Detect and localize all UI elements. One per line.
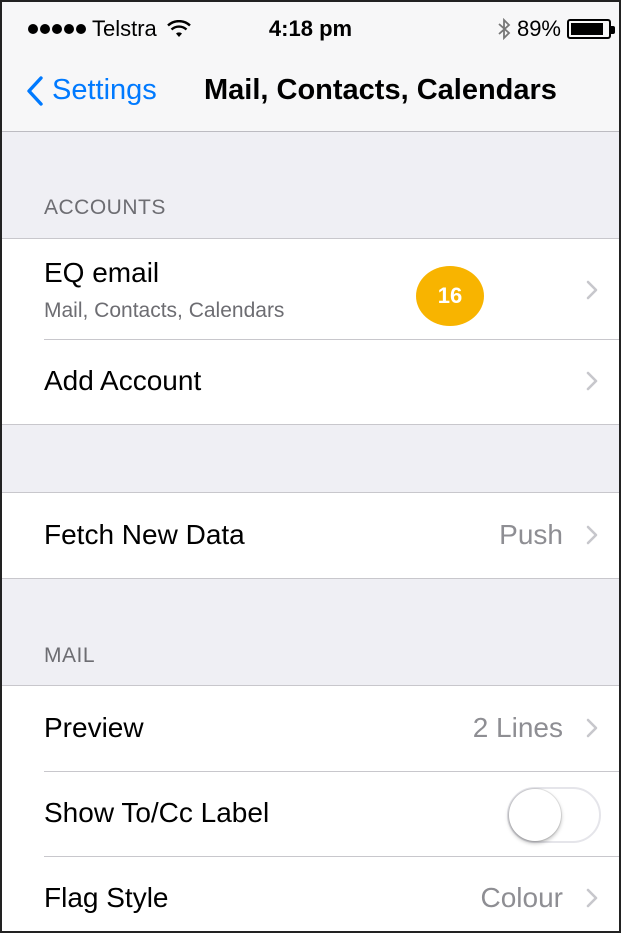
fetch-new-data-label: Fetch New Data (44, 519, 245, 550)
preview-value: 2 Lines (472, 712, 563, 743)
fetch-group: Fetch New Data Push (2, 492, 619, 579)
fetch-new-data-row[interactable]: Fetch New Data Push (2, 493, 619, 578)
battery-percent: 89% (516, 16, 561, 41)
battery-fill (571, 23, 604, 35)
account-name: EQ email (44, 257, 160, 288)
status-right-group: 89% (497, 16, 615, 42)
chevron-right-icon (586, 371, 598, 391)
toggle-knob (509, 789, 561, 841)
bluetooth-icon (498, 18, 511, 40)
show-to-cc-label: Show To/Cc Label (44, 797, 270, 828)
page-title: Mail, Contacts, Calendars (204, 74, 557, 106)
back-label: Settings (52, 74, 157, 106)
screen: Telstra 4:18 pm 89% Settings Mail, Conta… (0, 0, 621, 933)
show-to-cc-row: Show To/Cc Label (2, 771, 619, 856)
chevron-right-icon (586, 888, 598, 908)
add-account-label: Add Account (44, 365, 202, 396)
mail-group: Preview 2 Lines Show To/Cc Label Flag St… (2, 685, 619, 931)
flag-style-label: Flag Style (44, 882, 169, 913)
chevron-right-icon (586, 525, 598, 545)
section-header-mail: MAIL (44, 644, 96, 667)
flag-style-value: Colour (480, 882, 563, 913)
section-header-accounts: ACCOUNTS (44, 196, 166, 219)
add-account-row[interactable]: Add Account (2, 339, 619, 424)
navigation-bar: Settings Mail, Contacts, Calendars (2, 58, 619, 132)
account-row-eq-email[interactable]: EQ email Mail, Contacts, Calendars (2, 239, 619, 339)
chevron-right-icon (586, 718, 598, 738)
step-badge: 16 (416, 266, 484, 326)
accounts-group: EQ email Mail, Contacts, Calendars Add A… (2, 238, 619, 425)
status-bar: Telstra 4:18 pm 89% (2, 2, 619, 58)
back-button[interactable]: Settings (24, 74, 157, 107)
preview-row[interactable]: Preview 2 Lines (2, 686, 619, 771)
flag-style-row[interactable]: Flag Style Colour (2, 856, 619, 931)
battery-icon (567, 19, 615, 39)
chevron-left-icon (27, 75, 43, 106)
chevron-right-icon (586, 280, 598, 300)
account-services: Mail, Contacts, Calendars (44, 299, 285, 322)
show-to-cc-toggle[interactable] (507, 787, 601, 843)
fetch-new-data-value: Push (499, 519, 563, 550)
preview-label: Preview (44, 712, 144, 743)
